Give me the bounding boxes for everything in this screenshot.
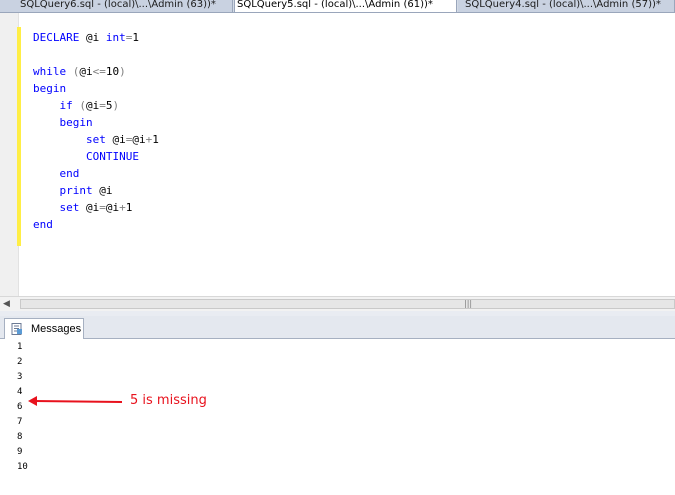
scroll-left-arrow-icon[interactable]: ◀: [3, 299, 10, 309]
messages-icon: [11, 323, 22, 335]
code-token: @i: [79, 31, 106, 44]
code-token: begin: [59, 116, 93, 129]
code-token: @i: [105, 201, 120, 214]
code-token: set: [59, 201, 80, 214]
code-token: 1: [125, 201, 133, 214]
code-token: (: [66, 65, 80, 78]
code-token: end: [33, 218, 53, 231]
code-token: 10: [105, 65, 120, 78]
code-token: @i: [105, 133, 126, 146]
document-tab-strip: SQLQuery6.sql - (local)\...\Admin (63))*…: [0, 0, 675, 13]
code-token: 1: [152, 133, 159, 146]
message-line: 7: [17, 417, 23, 427]
code-line: print @i: [33, 182, 159, 199]
code-line: end: [33, 165, 159, 182]
red-arrow-icon: [28, 396, 123, 406]
results-tab-strip: Messages: [0, 316, 675, 339]
code-token: @i: [86, 99, 100, 112]
scrollbar-grip-icon: |||: [464, 299, 473, 308]
message-line: 1: [17, 342, 23, 352]
tab-messages[interactable]: Messages: [4, 318, 84, 339]
code-line: begin: [33, 80, 159, 97]
message-line: 10: [17, 462, 28, 472]
code-token: =: [99, 99, 106, 112]
message-line: 2: [17, 357, 23, 367]
change-tracking-bar: [17, 27, 21, 246]
code-token: begin: [33, 82, 67, 95]
code-token: +: [119, 201, 126, 214]
code-line: end: [33, 216, 159, 233]
code-token: @i: [79, 201, 100, 214]
code-token: while: [33, 65, 67, 78]
code-token: set: [85, 133, 106, 146]
messages-pane[interactable]: 1 2 3 4 6 7 8 9 10: [0, 339, 675, 495]
tab-sqlquery6[interactable]: SQLQuery6.sql - (local)\...\Admin (63))*: [0, 0, 233, 12]
code-line: CONTINUE: [33, 148, 159, 165]
annotation-label: 5 is missing: [130, 393, 207, 408]
tab-sqlquery5[interactable]: SQLQuery5.sql - (local)\...\Admin (61))*: [234, 0, 457, 12]
code-token: int: [105, 31, 126, 44]
code-token: ): [112, 99, 120, 112]
code-token: 5: [105, 99, 113, 112]
code-line: set @i=@i+1: [33, 199, 159, 216]
code-text[interactable]: DECLARE @i int=1 while (@i<=10) begin if (…: [33, 29, 159, 233]
code-line: DECLARE @i int=1: [33, 29, 159, 46]
message-line: 9: [17, 447, 23, 457]
code-token: (: [72, 99, 86, 112]
message-line: 8: [17, 432, 23, 442]
code-token: <=: [92, 65, 106, 78]
tab-sqlquery4[interactable]: SQLQuery4.sql - (local)\...\Admin (57))*: [458, 0, 675, 12]
code-token: =: [99, 201, 106, 214]
code-token: print: [59, 184, 93, 197]
scrollbar-thumb[interactable]: [20, 299, 675, 309]
code-token: @i: [92, 184, 113, 197]
code-line: if (@i=5): [33, 97, 159, 114]
code-token: ): [119, 65, 126, 78]
code-token: @i: [132, 133, 146, 146]
horizontal-scrollbar[interactable]: ◀ |||: [0, 296, 675, 312]
code-line: begin: [33, 114, 159, 131]
code-token: @i: [79, 65, 93, 78]
code-token: end: [59, 167, 80, 180]
messages-tab-label: Messages: [31, 323, 82, 335]
code-token: CONTINUE: [85, 150, 139, 163]
code-line: set @i=@i+1: [33, 131, 159, 148]
code-token: DECLARE: [33, 31, 80, 44]
code-token: if: [59, 99, 73, 112]
message-line: 3: [17, 372, 23, 382]
code-token: 1: [132, 31, 139, 44]
query-editor[interactable]: DECLARE @i int=1 while (@i<=10) begin if (…: [0, 13, 675, 296]
code-line: while (@i<=10): [33, 63, 159, 80]
